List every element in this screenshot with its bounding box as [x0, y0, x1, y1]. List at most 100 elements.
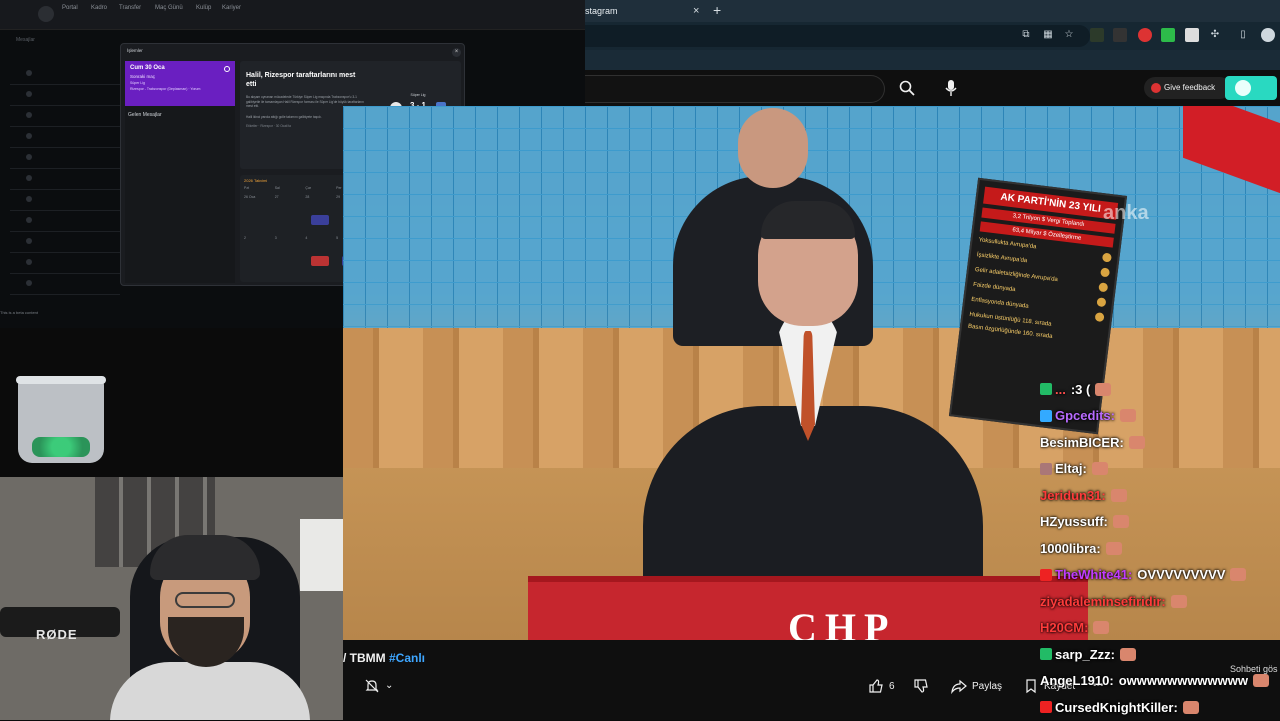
chat-message: 1000libra: — [1040, 535, 1280, 562]
chat-username[interactable]: CursedKnightKiller: — [1055, 700, 1178, 715]
weekday: Çar — [305, 186, 312, 190]
nav-kulup[interactable]: Kulüp — [196, 5, 211, 11]
score-league: Süper Lig — [410, 93, 426, 97]
emote-icon — [1182, 700, 1199, 714]
extension-icon[interactable] — [1138, 28, 1152, 42]
message-row[interactable] — [10, 85, 120, 106]
bell-icon[interactable] — [365, 679, 379, 693]
message-row[interactable] — [10, 211, 120, 232]
like-count: 6 — [889, 680, 895, 692]
message-row[interactable] — [10, 232, 120, 253]
calendar-day[interactable]: 26 Oca — [244, 195, 273, 233]
like-button[interactable]: 6 — [868, 678, 895, 694]
table-row — [468, 44, 578, 57]
feedback-icon — [1151, 83, 1161, 93]
browser-tab[interactable]: stagram — [585, 0, 705, 22]
chat-username[interactable]: ... — [1055, 382, 1066, 397]
calendar-day[interactable]: 3 — [275, 236, 304, 274]
match-chip[interactable] — [311, 256, 330, 266]
chat-badge-icon — [1040, 701, 1052, 714]
extension-icon[interactable] — [1113, 28, 1127, 42]
nav-mac-gunu[interactable]: Maç Günü — [155, 5, 183, 11]
chat-username[interactable]: H20CM: — [1040, 620, 1088, 635]
search-input[interactable] — [585, 75, 885, 103]
nav-kariyer[interactable]: Kariyer — [222, 5, 241, 11]
share-button[interactable]: Paylaş — [951, 678, 1002, 694]
podium: CHP — [528, 576, 1088, 640]
table-row — [468, 57, 578, 70]
give-feedback-label: Give feedback — [1164, 83, 1216, 92]
puzzle-icon[interactable]: ✣ — [1208, 28, 1222, 42]
search-icon[interactable] — [899, 80, 915, 96]
chat-username[interactable]: Eltaj: — [1055, 461, 1087, 476]
weekday: Pzt — [244, 186, 250, 190]
chat-username[interactable]: AngeL1910: — [1040, 673, 1114, 688]
nav-transfer[interactable]: Transfer — [119, 5, 141, 11]
match-chip[interactable] — [311, 215, 330, 225]
dislike-button[interactable] — [913, 678, 929, 694]
address-bar[interactable] — [585, 25, 1090, 47]
table-row — [468, 70, 578, 83]
message-row[interactable] — [10, 127, 120, 148]
give-feedback-button[interactable]: Give feedback — [1144, 77, 1231, 99]
extension-icon[interactable] — [1185, 28, 1199, 42]
nav-portal[interactable]: Portal — [62, 5, 78, 11]
toggle-knob — [1235, 80, 1251, 96]
jar-contents — [32, 437, 90, 457]
new-tab-icon[interactable]: + — [713, 0, 721, 20]
message-row[interactable] — [10, 190, 120, 211]
chat-username[interactable]: HZyussuff: — [1040, 514, 1108, 529]
overlay-toggle[interactable] — [1225, 76, 1277, 100]
bookmark-star-icon[interactable]: ☆ — [1062, 28, 1076, 42]
message-row[interactable] — [10, 169, 120, 190]
emote-icon — [1105, 541, 1122, 555]
speaker-hair — [761, 201, 855, 239]
inbox-link[interactable]: Gelen Mesajlar — [128, 112, 162, 118]
calendar-day[interactable]: 27 — [275, 195, 304, 233]
close-icon[interactable]: × — [452, 48, 461, 57]
chat-username[interactable]: sarp_Zzz: — [1055, 647, 1115, 662]
streamer-beanie — [150, 535, 260, 580]
game-logo-icon — [38, 6, 54, 22]
chat-username[interactable]: 1000libra: — [1040, 541, 1101, 556]
chat-username[interactable]: TheWhite41: — [1055, 567, 1132, 582]
wall-poster — [300, 519, 343, 591]
chat-username[interactable]: Jeridun31: — [1040, 488, 1106, 503]
extension-icon[interactable] — [1090, 28, 1104, 42]
message-row[interactable] — [10, 274, 120, 295]
message-row[interactable] — [10, 148, 120, 169]
calendar-day[interactable]: 4 — [305, 236, 334, 274]
chat-username[interactable]: BesimBICER: — [1040, 435, 1124, 450]
calendar-day[interactable]: 2 — [244, 236, 273, 274]
message-row[interactable] — [10, 106, 120, 127]
message-row[interactable] — [10, 64, 120, 85]
sidebar-icon[interactable]: ▯ — [1236, 28, 1250, 42]
install-icon[interactable]: ⧉ — [1019, 28, 1033, 42]
calendar-day[interactable]: 28 — [305, 195, 334, 233]
chat-username[interactable]: Gpcedits: — [1055, 408, 1115, 423]
message-row[interactable] — [10, 253, 120, 274]
emote-icon — [1170, 594, 1187, 608]
emote-icon — [1095, 382, 1112, 396]
chevron-down-icon[interactable]: ⌄ — [385, 680, 393, 691]
nav-kadro[interactable]: Kadro — [91, 5, 107, 11]
extension-icon[interactable] — [1161, 28, 1175, 42]
emote-icon — [1091, 462, 1108, 476]
chat-username[interactable]: ziyadaleminsefiridir: — [1040, 594, 1166, 609]
mic-icon[interactable] — [945, 79, 957, 97]
browser-toolbar: ⧉ ▦ ☆ ✣ ▯ — [585, 22, 1280, 50]
tab-close-icon[interactable]: × — [693, 0, 699, 22]
apps-icon[interactable]: ▦ — [1041, 28, 1055, 42]
background-person-head — [738, 108, 808, 188]
next-match-teams: Rizespor - Trabzonspor (Deplasman) · Yor… — [130, 87, 201, 91]
chat-badge-icon — [1040, 462, 1052, 475]
radio-icon[interactable] — [224, 66, 230, 72]
thumbs-down-icon — [914, 679, 928, 693]
profile-icon[interactable] — [1261, 28, 1275, 42]
next-match-league: Süper Lig — [130, 81, 145, 85]
hashtag-link[interactable]: #Canlı — [389, 651, 425, 665]
streamer-shirt — [110, 662, 310, 720]
chat-text: :3 ( — [1070, 381, 1091, 397]
video-title: / TBMM #Canlı — [343, 651, 425, 665]
next-match-card[interactable]: Cum 30 Oca Sonraki maç Süper Lig Rizespo… — [125, 61, 235, 106]
